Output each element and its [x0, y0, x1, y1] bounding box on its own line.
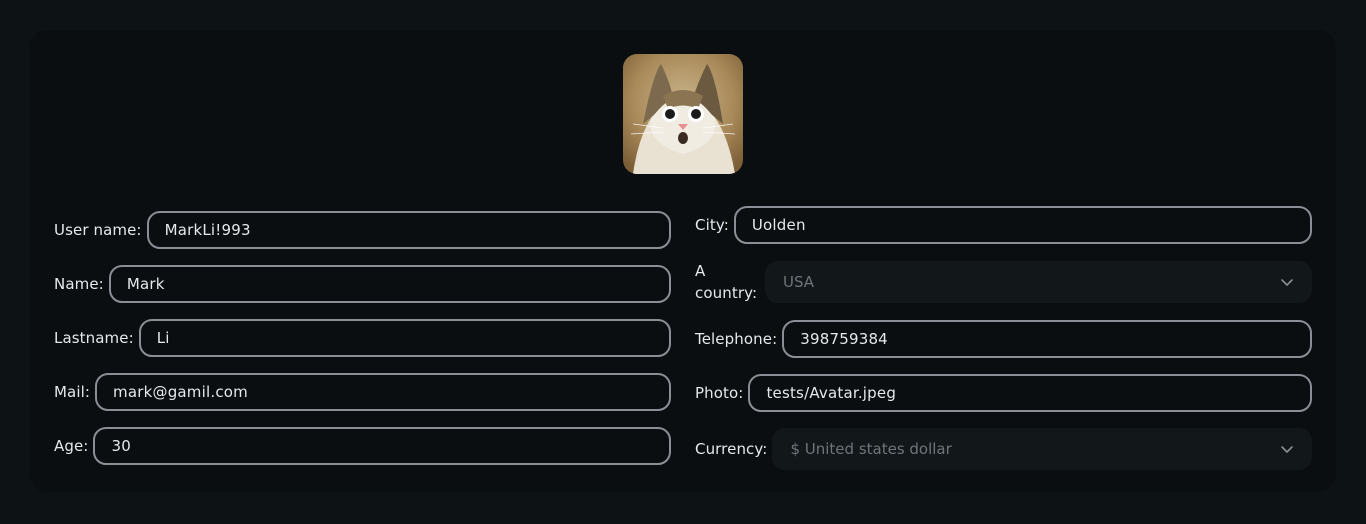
country-row: A country: USA: [695, 260, 1312, 304]
mail-row: Mail: mark@gamil.com: [54, 373, 671, 411]
photo-row: Photo: tests/Avatar.jpeg: [695, 374, 1312, 412]
name-row: Name: Mark: [54, 265, 671, 303]
city-row: City: Uolden: [695, 206, 1312, 244]
age-label: Age:: [54, 437, 89, 455]
lastname-label: Lastname:: [54, 329, 134, 347]
currency-select[interactable]: $ United states dollar: [772, 428, 1312, 470]
username-label: User name:: [54, 221, 142, 239]
chevron-down-icon: [1281, 446, 1293, 453]
currency-label: Currency:: [695, 440, 768, 458]
username-input[interactable]: MarkLi!993: [146, 211, 671, 249]
telephone-input[interactable]: 398759384: [782, 320, 1312, 358]
name-input[interactable]: Mark: [108, 265, 671, 303]
chevron-down-icon: [1281, 279, 1293, 286]
telephone-row: Telephone: 398759384: [695, 320, 1312, 358]
country-label: A country:: [695, 262, 758, 302]
city-label: City:: [695, 216, 729, 234]
avatar[interactable]: [623, 54, 743, 174]
country-select[interactable]: USA: [765, 261, 1312, 303]
age-input[interactable]: 30: [93, 427, 671, 465]
cat-photo-icon: [623, 54, 743, 174]
lastname-row: Lastname: Li: [54, 319, 671, 357]
city-input[interactable]: Uolden: [733, 206, 1312, 244]
currency-value: $ United states dollar: [790, 440, 952, 458]
currency-row: Currency: $ United states dollar: [695, 428, 1312, 470]
photo-label: Photo:: [695, 384, 744, 402]
photo-input[interactable]: tests/Avatar.jpeg: [748, 374, 1312, 412]
name-label: Name:: [54, 275, 104, 293]
username-row: User name: MarkLi!993: [54, 211, 671, 249]
country-value: USA: [783, 273, 815, 291]
telephone-label: Telephone:: [695, 330, 778, 348]
mail-label: Mail:: [54, 383, 91, 401]
profile-card: User name: MarkLi!993 Name: Mark Lastnam…: [30, 30, 1336, 492]
age-row: Age: 30: [54, 427, 671, 465]
lastname-input[interactable]: Li: [138, 319, 671, 357]
mail-input[interactable]: mark@gamil.com: [95, 373, 671, 411]
